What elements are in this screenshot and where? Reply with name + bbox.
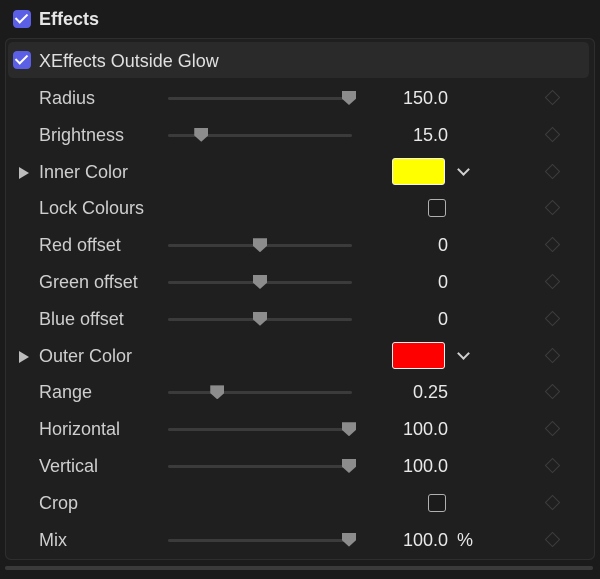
keyframe-diamond-icon[interactable]	[544, 494, 561, 511]
param-row-vertical: Vertical 100.0	[0, 448, 600, 485]
param-label: Lock Colours	[39, 198, 145, 219]
keyframe-diamond-icon[interactable]	[544, 384, 561, 400]
mix-value-field[interactable]: 100.0	[403, 530, 448, 551]
green-offset-value-field[interactable]: 0	[438, 272, 448, 293]
disclosure-triangle-icon[interactable]	[19, 166, 29, 179]
horizontal-slider[interactable]	[168, 422, 356, 437]
brightness-value-field[interactable]: 15.0	[413, 125, 448, 146]
param-row-mix: Mix 100.0%	[0, 522, 600, 559]
panel-scroll-edge	[5, 566, 593, 570]
param-row-green-offset: Green offset 0	[0, 264, 600, 301]
radius-slider[interactable]	[168, 91, 356, 105]
vertical-slider[interactable]	[168, 459, 356, 473]
param-label: Inner Color	[39, 161, 129, 182]
param-row-crop: Crop	[0, 485, 600, 522]
chevron-down-icon[interactable]	[457, 346, 470, 360]
lock-colours-checkbox[interactable]	[428, 199, 446, 218]
crop-checkbox[interactable]	[428, 493, 446, 512]
keyframe-diamond-icon[interactable]	[544, 457, 561, 474]
param-row-brightness: Brightness 15.0	[0, 117, 600, 154]
keyframe-diamond-icon[interactable]	[544, 531, 561, 547]
param-row-outer-color: Outer Color	[0, 338, 600, 375]
vertical-value-field[interactable]: 100.0	[403, 456, 448, 477]
param-row-red-offset: Red offset 0	[0, 227, 600, 264]
keyframe-diamond-icon[interactable]	[544, 347, 561, 363]
param-label: Blue offset	[39, 308, 124, 329]
param-label: Mix	[39, 529, 67, 550]
param-label: Brightness	[39, 124, 125, 145]
param-row-inner-color: Inner Color	[0, 154, 600, 191]
keyframe-diamond-icon[interactable]	[544, 200, 561, 216]
slider-thumb[interactable]	[342, 91, 356, 105]
outer-color-swatch[interactable]	[392, 341, 445, 369]
slider-thumb[interactable]	[210, 385, 225, 400]
effects-enable-checkbox[interactable]	[13, 10, 31, 28]
slider-thumb[interactable]	[253, 275, 267, 289]
param-row-lock-colours: Lock Colours	[0, 190, 600, 227]
keyframe-diamond-icon[interactable]	[544, 89, 561, 106]
inner-color-swatch[interactable]	[392, 157, 445, 185]
keyframe-diamond-icon[interactable]	[544, 236, 561, 253]
blue-offset-value-field[interactable]: 0	[438, 309, 448, 330]
range-slider[interactable]	[168, 385, 352, 400]
slider-thumb[interactable]	[253, 238, 267, 253]
slider-thumb[interactable]	[253, 311, 267, 326]
horizontal-value-field[interactable]: 100.0	[403, 419, 448, 440]
slider-thumb[interactable]	[194, 127, 209, 142]
param-label: Radius	[39, 88, 96, 108]
param-label: Outer Color	[39, 345, 133, 366]
slider-thumb[interactable]	[342, 459, 356, 473]
red-offset-slider[interactable]	[168, 238, 352, 253]
green-offset-slider[interactable]	[168, 275, 352, 289]
keyframe-diamond-icon[interactable]	[544, 163, 561, 179]
section-title: Effects	[39, 9, 100, 29]
unit-label: %	[457, 529, 474, 550]
param-label: Red offset	[39, 235, 121, 256]
param-label: Crop	[39, 492, 79, 513]
param-row-horizontal: Horizontal 100.0	[0, 411, 600, 448]
param-row-radius: Radius 150.0	[0, 80, 600, 117]
param-label: Green offset	[39, 272, 138, 292]
radius-value-field[interactable]: 150.0	[403, 88, 448, 109]
effect-enable-checkbox[interactable]	[13, 51, 31, 69]
param-label: Horizontal	[39, 419, 121, 440]
disclosure-triangle-icon[interactable]	[19, 350, 29, 363]
chevron-down-icon[interactable]	[457, 162, 470, 176]
slider-thumb[interactable]	[342, 532, 356, 547]
keyframe-diamond-icon[interactable]	[544, 310, 561, 327]
param-row-range: Range 0.25	[0, 374, 600, 411]
effect-name: XEffects Outside Glow	[39, 51, 219, 71]
brightness-slider[interactable]	[168, 127, 352, 142]
mix-slider[interactable]	[168, 532, 356, 547]
keyframe-diamond-icon[interactable]	[544, 273, 561, 290]
keyframe-diamond-icon[interactable]	[544, 126, 561, 143]
slider-thumb[interactable]	[342, 422, 356, 437]
param-label: Vertical	[39, 456, 99, 476]
red-offset-value-field[interactable]: 0	[438, 235, 448, 256]
keyframe-diamond-icon[interactable]	[544, 420, 561, 437]
blue-offset-slider[interactable]	[168, 311, 352, 326]
range-value-field[interactable]: 0.25	[413, 382, 448, 403]
effects-section-header: Effects	[0, 0, 600, 38]
param-label: Range	[39, 382, 93, 403]
param-row-blue-offset: Blue offset 0	[0, 301, 600, 338]
